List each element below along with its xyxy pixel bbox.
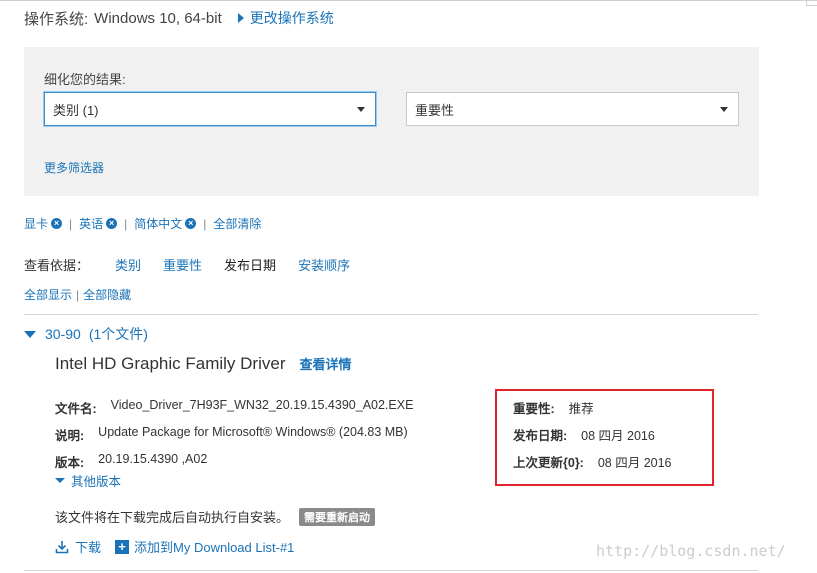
version-value: 20.19.15.4390 ,A02 <box>98 452 208 466</box>
chevron-down-icon <box>24 330 36 338</box>
os-value: Windows 10, 64-bit <box>94 9 222 27</box>
driver-name: Intel HD Graphic Family Driver <box>55 354 286 373</box>
description-label: 说明: <box>55 429 85 443</box>
other-versions-label: 其他版本 <box>71 475 122 489</box>
importance-select-value: 重要性 <box>415 102 455 118</box>
chevron-down-icon <box>55 478 65 483</box>
watermark: http://blog.csdn.net/ <box>596 542 786 560</box>
plus-icon: + <box>115 539 130 554</box>
group-count: (1个文件) <box>88 326 148 342</box>
top-border <box>0 0 817 1</box>
sort-by-importance[interactable]: 重要性 <box>163 255 202 274</box>
caret-down-icon <box>720 107 728 112</box>
group-title: 30-90 <box>45 326 81 342</box>
sort-by-release-date[interactable]: 发布日期 <box>224 255 276 274</box>
category-select-value: 类别 (1) <box>53 102 99 118</box>
hide-all-link[interactable]: 全部隐藏 <box>83 286 131 303</box>
separator: | <box>203 216 207 231</box>
filter-chip-graphics[interactable]: 显卡 × <box>24 215 63 232</box>
version-label: 版本: <box>55 456 85 470</box>
os-row: 操作系统: Windows 10, 64-bit 更改操作系统 <box>24 8 334 28</box>
clear-all-link[interactable]: 全部清除 <box>213 215 261 232</box>
chip-label: 英语 <box>79 217 104 231</box>
separator: | <box>76 287 80 302</box>
driver-title-row: Intel HD Graphic Family Driver 查看详情 <box>55 354 352 374</box>
bottom-divider <box>24 570 758 571</box>
file-name-value: Video_Driver_7H93F_WN32_20.19.15.4390_A0… <box>110 398 414 412</box>
filter-chip-english[interactable]: 英语 × <box>79 215 118 232</box>
expand-controls: 全部显示 | 全部隐藏 <box>24 286 131 303</box>
change-os-link[interactable]: 更改操作系统 <box>237 8 334 28</box>
chip-label: 简体中文 <box>134 217 183 231</box>
separator: | <box>69 216 73 231</box>
add-to-list-label: 添加到My Download List-#1 <box>134 540 295 555</box>
other-versions-link[interactable]: 其他版本 <box>55 471 121 490</box>
top-right-corner <box>806 0 817 6</box>
remove-icon[interactable]: × <box>51 218 63 229</box>
group-header[interactable]: 30-90 (1个文件) <box>24 324 148 344</box>
sort-by-category[interactable]: 类别 <box>115 255 141 274</box>
separator: | <box>124 216 128 231</box>
show-all-link[interactable]: 全部显示 <box>24 286 72 303</box>
divider <box>24 314 758 315</box>
download-icon <box>55 540 69 553</box>
file-name-label: 文件名: <box>55 402 97 416</box>
restart-required-badge: 需要重新启动 <box>299 507 376 526</box>
sort-row: 查看依据： 类别 重要性 发布日期 安装顺序 <box>24 255 372 274</box>
more-filters-link[interactable]: 更多筛选器 <box>44 159 104 176</box>
change-os-label: 更改操作系统 <box>249 10 334 26</box>
importance-select[interactable]: 重要性 <box>406 92 739 126</box>
filter-chip-chinese[interactable]: 简体中文 × <box>134 215 197 232</box>
triangle-right-icon <box>237 13 244 23</box>
description-row: 说明: Update Package for Microsoft® Window… <box>55 425 408 444</box>
install-note-row: 该文件将在下载完成后自动执行自安装。 需要重新启动 <box>55 507 376 526</box>
version-row: 版本: 20.19.15.4390 ,A02 <box>55 452 207 471</box>
download-label: 下载 <box>75 540 102 555</box>
caret-down-icon <box>357 107 365 112</box>
remove-icon[interactable]: × <box>106 218 118 229</box>
view-details-link[interactable]: 查看详情 <box>300 354 352 373</box>
install-note: 该文件将在下载完成后自动执行自安装。 <box>55 510 290 525</box>
add-to-list-button[interactable]: + 添加到My Download List-#1 <box>115 537 294 556</box>
active-filters: 显卡 × | 英语 × | 简体中文 × | 全部清除 <box>24 215 261 232</box>
refine-label: 细化您的结果: <box>44 72 126 87</box>
description-value: Update Package for Microsoft® Windows® (… <box>98 425 408 439</box>
chip-label: 显卡 <box>24 217 49 231</box>
filter-panel: 细化您的结果: 类别 (1) 重要性 更多筛选器 <box>24 47 759 196</box>
download-button[interactable]: 下载 <box>55 537 101 556</box>
sort-label: 查看依据： <box>24 258 90 273</box>
file-name-row: 文件名: Video_Driver_7H93F_WN32_20.19.15.43… <box>55 398 413 417</box>
remove-icon[interactable]: × <box>185 218 197 229</box>
os-label: 操作系统: <box>24 10 89 28</box>
highlight-box <box>495 389 714 486</box>
sort-by-install-order[interactable]: 安装顺序 <box>298 255 350 274</box>
category-select[interactable]: 类别 (1) <box>44 92 376 126</box>
actions-row: 下载 + 添加到My Download List-#1 <box>55 537 294 556</box>
